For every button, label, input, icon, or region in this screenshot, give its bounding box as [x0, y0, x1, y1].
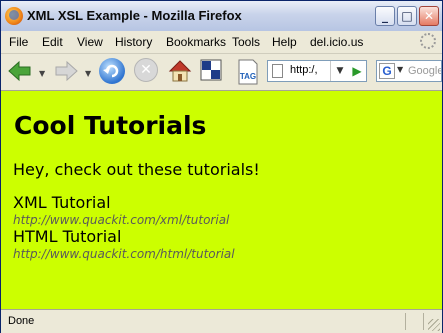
browser-window: XML XSL Example - Mozilla Firefox _ □ ✕ …: [0, 0, 443, 333]
status-bar: Done: [1, 309, 442, 333]
stop-icon[interactable]: ✕: [134, 58, 158, 82]
search-box[interactable]: G ▼ Google: [376, 60, 442, 82]
navigation-toolbar: ▼ ▼ ✕ TAG http:/, ▼ ▶ G ▼ Google: [1, 54, 442, 91]
back-history-dropdown-icon[interactable]: ▼: [39, 69, 45, 78]
address-bar[interactable]: http:/, ▼ ▶: [267, 60, 367, 82]
tutorial-title: HTML Tutorial: [13, 227, 122, 246]
minimize-button[interactable]: _: [375, 6, 395, 26]
intro-text: Hey, check out these tutorials!: [13, 160, 260, 179]
reload-icon[interactable]: [99, 58, 125, 84]
menu-bookmarks[interactable]: Bookmarks: [166, 35, 226, 49]
tutorial-title: XML Tutorial: [13, 193, 111, 212]
tag-icon[interactable]: TAG: [235, 58, 261, 86]
firefox-logo-icon: [5, 7, 23, 25]
menu-help[interactable]: Help: [272, 35, 297, 49]
resize-grip-icon[interactable]: [428, 319, 440, 331]
search-engine-dropdown-icon[interactable]: ▼: [397, 65, 403, 74]
close-button[interactable]: ✕: [419, 6, 439, 26]
home-icon[interactable]: [167, 58, 193, 84]
address-input[interactable]: http:/,: [290, 64, 328, 76]
status-text: Done: [8, 315, 35, 327]
menu-edit[interactable]: Edit: [42, 35, 63, 49]
menu-tools[interactable]: Tools: [232, 35, 260, 49]
view-icon[interactable]: [199, 58, 223, 82]
menu-file[interactable]: File: [9, 35, 28, 49]
forward-history-dropdown-icon[interactable]: ▼: [85, 69, 91, 78]
go-button[interactable]: ▶: [348, 61, 366, 81]
menu-view[interactable]: View: [77, 35, 103, 49]
back-arrow-icon[interactable]: [7, 58, 33, 84]
page-icon: [272, 64, 283, 78]
status-divider: [405, 313, 406, 330]
google-icon[interactable]: G: [379, 63, 395, 79]
forward-arrow-icon[interactable]: [53, 58, 79, 84]
page-heading: Cool Tutorials: [14, 111, 207, 140]
throbber-icon: [420, 33, 436, 49]
tutorial-url: http://www.quackit.com/html/tutorial: [13, 247, 235, 261]
page-content: Cool Tutorials Hey, check out these tuto…: [1, 91, 442, 309]
maximize-button[interactable]: □: [397, 6, 417, 26]
window-title: XML XSL Example - Mozilla Firefox: [27, 8, 242, 23]
menu-bar: File Edit View History Bookmarks Tools H…: [1, 31, 442, 54]
title-bar[interactable]: XML XSL Example - Mozilla Firefox _ □ ✕: [1, 1, 442, 31]
address-dropdown-icon[interactable]: ▼: [330, 61, 349, 81]
menu-delicious[interactable]: del.icio.us: [310, 35, 363, 49]
status-divider: [423, 313, 424, 330]
tag-label: TAG: [240, 72, 256, 81]
menu-history[interactable]: History: [115, 35, 152, 49]
search-input[interactable]: Google: [408, 65, 441, 77]
tutorial-url: http://www.quackit.com/xml/tutorial: [13, 213, 230, 227]
